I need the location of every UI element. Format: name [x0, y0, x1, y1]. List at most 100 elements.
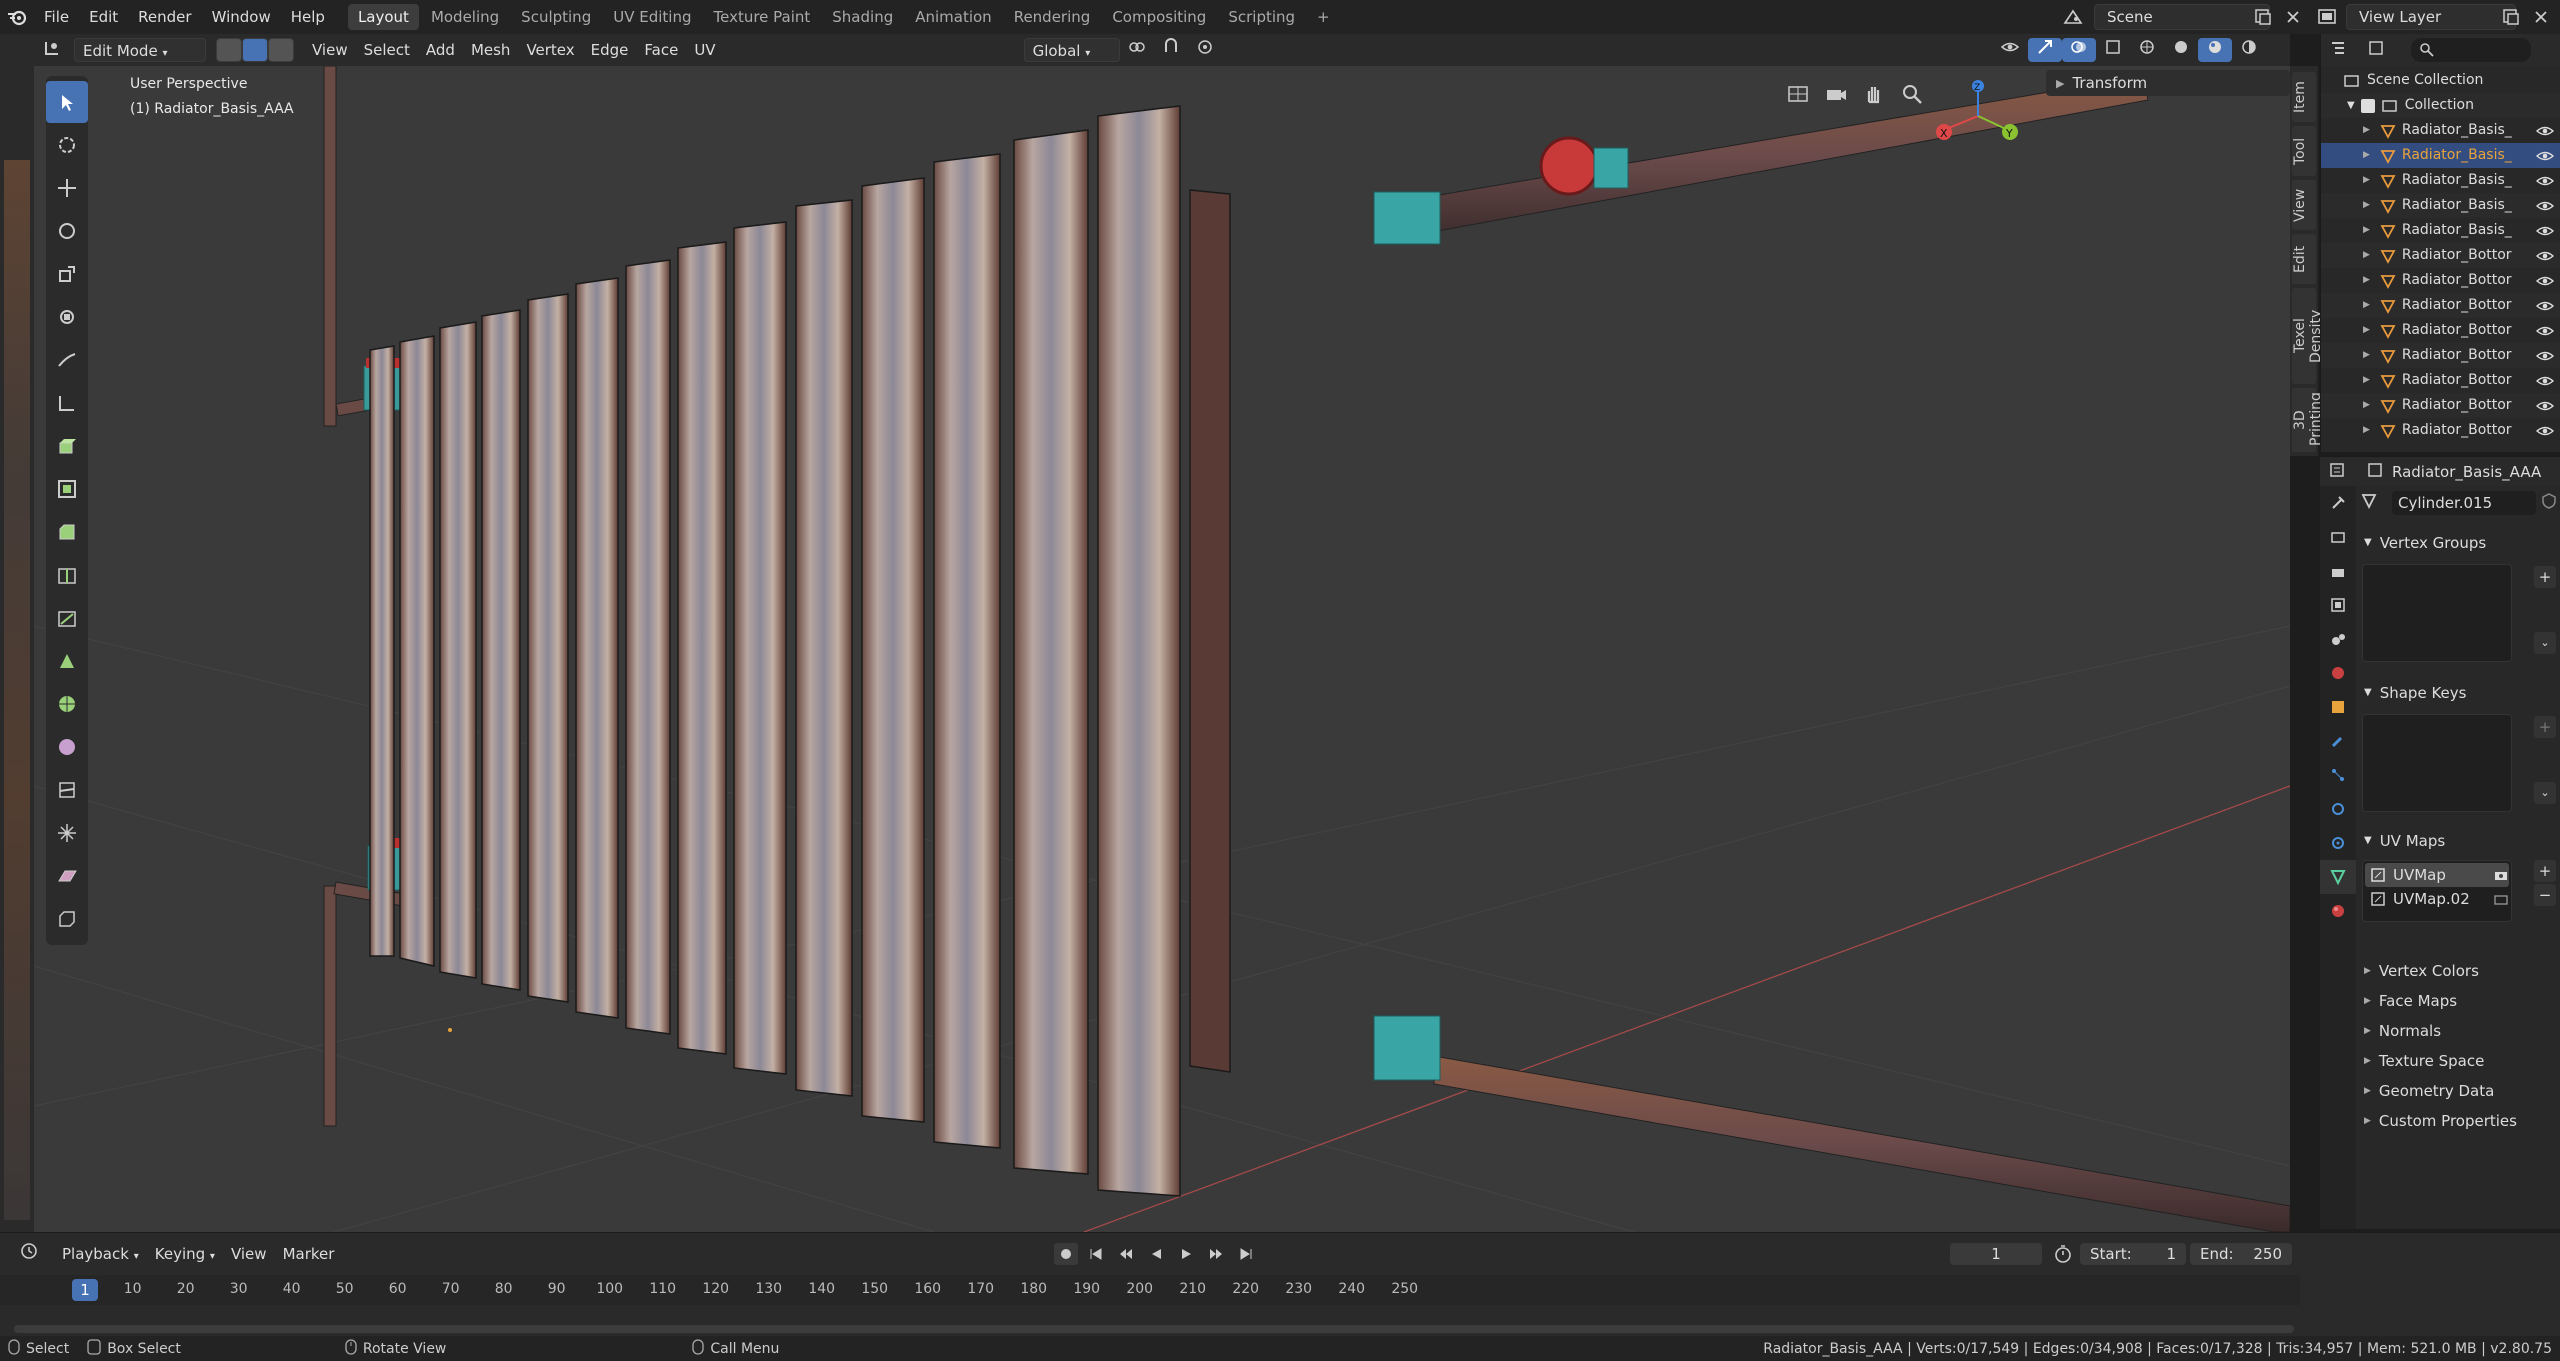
- transform-orientation-selector[interactable]: Global ▾: [1023, 38, 1120, 62]
- tab-sculpting[interactable]: Sculpting: [511, 4, 601, 30]
- add-vertex-group-button[interactable]: +: [2534, 566, 2556, 588]
- mode-selector[interactable]: Edit Mode ▾: [74, 38, 206, 62]
- collapsed-section-normals[interactable]: ▶ Normals: [2358, 1016, 2560, 1046]
- vertex-groups-list[interactable]: [2362, 564, 2512, 662]
- outliner-scene-collection[interactable]: Scene Collection: [2321, 68, 2560, 93]
- sidebar-tab-edit[interactable]: Edit: [2292, 234, 2316, 284]
- move-tool-icon[interactable]: [46, 167, 88, 209]
- visibility-eye-icon[interactable]: [2536, 249, 2554, 263]
- extrude-tool-icon[interactable]: [46, 425, 88, 467]
- particles-tab-icon[interactable]: [2320, 758, 2356, 792]
- world-tab-icon[interactable]: [2320, 656, 2356, 690]
- view-layer-icon[interactable]: [2316, 6, 2338, 32]
- menu-timeline-view[interactable]: View: [223, 1242, 275, 1266]
- measure-tool-icon[interactable]: [46, 382, 88, 424]
- menu-edit[interactable]: Edit: [79, 0, 128, 34]
- delete-view-layer-icon[interactable]: [2532, 8, 2550, 30]
- annotate-tool-icon[interactable]: [46, 339, 88, 381]
- start-frame-field[interactable]: Start: 1: [2080, 1243, 2186, 1265]
- menu-uv[interactable]: UV: [686, 38, 723, 62]
- play-icon[interactable]: [1174, 1243, 1198, 1265]
- edge-select-mode[interactable]: [242, 38, 268, 62]
- overlays-toggle-icon[interactable]: [2061, 38, 2096, 62]
- pivot-icon[interactable]: [1120, 38, 1154, 62]
- rotate-tool-icon[interactable]: [46, 210, 88, 252]
- outliner-object-row[interactable]: ▶ Radiator_Basis_: [2321, 193, 2560, 218]
- shape-keys-header[interactable]: ▼ Shape Keys: [2358, 678, 2560, 708]
- rip-region-tool-icon[interactable]: [46, 898, 88, 940]
- camera-icon[interactable]: [1824, 82, 1848, 110]
- visibility-eye-icon[interactable]: [2536, 299, 2554, 313]
- sidebar-tab-texel-density[interactable]: Texel Density: [2292, 288, 2324, 384]
- collapsed-section-face-maps[interactable]: ▶ Face Maps: [2358, 986, 2560, 1016]
- jump-end-icon[interactable]: [1234, 1243, 1258, 1265]
- jump-keyframe-back-icon[interactable]: [1114, 1243, 1138, 1265]
- visibility-eye-icon[interactable]: [2536, 124, 2554, 138]
- jump-keyframe-forward-icon[interactable]: [1204, 1243, 1228, 1265]
- remove-uv-map-button[interactable]: −: [2534, 884, 2556, 906]
- wireframe-shading-icon[interactable]: [2130, 38, 2164, 62]
- menu-select[interactable]: Select: [356, 38, 418, 62]
- outliner-object-row[interactable]: ▶ Radiator_Bottor: [2321, 393, 2560, 418]
- outliner-object-row[interactable]: ▶ Radiator_Bottor: [2321, 243, 2560, 268]
- outliner-object-row[interactable]: ▶ Radiator_Basis_: [2321, 218, 2560, 243]
- tab-modeling[interactable]: Modeling: [421, 4, 509, 30]
- editor-type-icon[interactable]: [34, 38, 74, 62]
- expand-arrow-icon[interactable]: ▶: [2363, 293, 2370, 318]
- output-tab-icon[interactable]: [2320, 554, 2356, 588]
- sidebar-tab-item[interactable]: Item: [2292, 72, 2316, 122]
- axis-gizmo[interactable]: X Y Z: [1934, 76, 2024, 156]
- mesh-name-field[interactable]: Cylinder.015: [2392, 491, 2536, 515]
- gizmo-toggle-icon[interactable]: [2027, 38, 2062, 62]
- checkbox-icon[interactable]: [2360, 98, 2375, 113]
- visibility-eye-icon[interactable]: [2536, 274, 2554, 288]
- tab-shading[interactable]: Shading: [822, 4, 903, 30]
- expand-arrow-icon[interactable]: ▶: [2363, 143, 2370, 168]
- constraints-tab-icon[interactable]: [2320, 826, 2356, 860]
- modifiers-tab-icon[interactable]: [2320, 724, 2356, 758]
- stopwatch-icon[interactable]: [2052, 1243, 2074, 1269]
- menu-marker[interactable]: Marker: [275, 1242, 343, 1266]
- playhead-frame-indicator[interactable]: 1: [72, 1279, 98, 1301]
- expand-arrow-icon[interactable]: ▶: [2363, 168, 2370, 193]
- add-uv-map-button[interactable]: +: [2534, 860, 2556, 882]
- scene-selector[interactable]: Scene: [2094, 4, 2270, 30]
- expand-arrow-icon[interactable]: ▶: [2363, 318, 2370, 343]
- tab-rendering[interactable]: Rendering: [1004, 4, 1101, 30]
- toggle-camera-view-icon[interactable]: [1786, 82, 1810, 110]
- collapsed-section-geometry-data[interactable]: ▶ Geometry Data: [2358, 1076, 2560, 1106]
- expand-arrow-icon[interactable]: ▶: [2363, 393, 2370, 418]
- timeline-ruler[interactable]: 1102030405060708090100110120130140150160…: [0, 1275, 2300, 1305]
- uv-map-item-active[interactable]: UVMap: [2365, 863, 2509, 887]
- delete-scene-icon[interactable]: [2284, 8, 2302, 30]
- tab-scripting[interactable]: Scripting: [1218, 4, 1305, 30]
- menu-edge[interactable]: Edge: [583, 38, 637, 62]
- render-tab-icon[interactable]: [2320, 520, 2356, 554]
- cursor-tool-icon[interactable]: [46, 124, 88, 166]
- render-camera-icon[interactable]: [2493, 892, 2509, 906]
- object-tab-icon[interactable]: [2320, 690, 2356, 724]
- expand-arrow-icon[interactable]: ▶: [2363, 118, 2370, 143]
- outliner-object-row[interactable]: ▶ Radiator_Bottor: [2321, 318, 2560, 343]
- face-select-mode[interactable]: [268, 38, 294, 62]
- blender-logo-icon[interactable]: [0, 0, 34, 34]
- add-workspace-button[interactable]: +: [1307, 4, 1340, 30]
- shrink-fatten-tool-icon[interactable]: [46, 812, 88, 854]
- tab-uv-editing[interactable]: UV Editing: [603, 4, 701, 30]
- uv-maps-header[interactable]: ▼ UV Maps: [2358, 826, 2560, 856]
- expand-arrow-icon[interactable]: ▶: [2363, 418, 2370, 443]
- expand-arrow-icon[interactable]: ▶: [2363, 268, 2370, 293]
- visibility-eye-icon[interactable]: [2536, 174, 2554, 188]
- scale-tool-icon[interactable]: [46, 253, 88, 295]
- display-mode-icon[interactable]: [2367, 39, 2397, 61]
- visibility-eye-icon[interactable]: [2536, 224, 2554, 238]
- scene-icon[interactable]: [2062, 6, 2084, 32]
- outliner-search-input[interactable]: [2411, 38, 2531, 62]
- add-shape-key-button[interactable]: +: [2534, 716, 2556, 738]
- end-frame-field[interactable]: End: 250: [2190, 1243, 2292, 1265]
- scene-tab-icon[interactable]: [2320, 622, 2356, 656]
- visibility-eye-icon[interactable]: [2536, 374, 2554, 388]
- new-view-layer-icon[interactable]: [2502, 8, 2520, 30]
- pan-hand-icon[interactable]: [1862, 82, 1886, 110]
- expand-arrow-icon[interactable]: ▶: [2363, 218, 2370, 243]
